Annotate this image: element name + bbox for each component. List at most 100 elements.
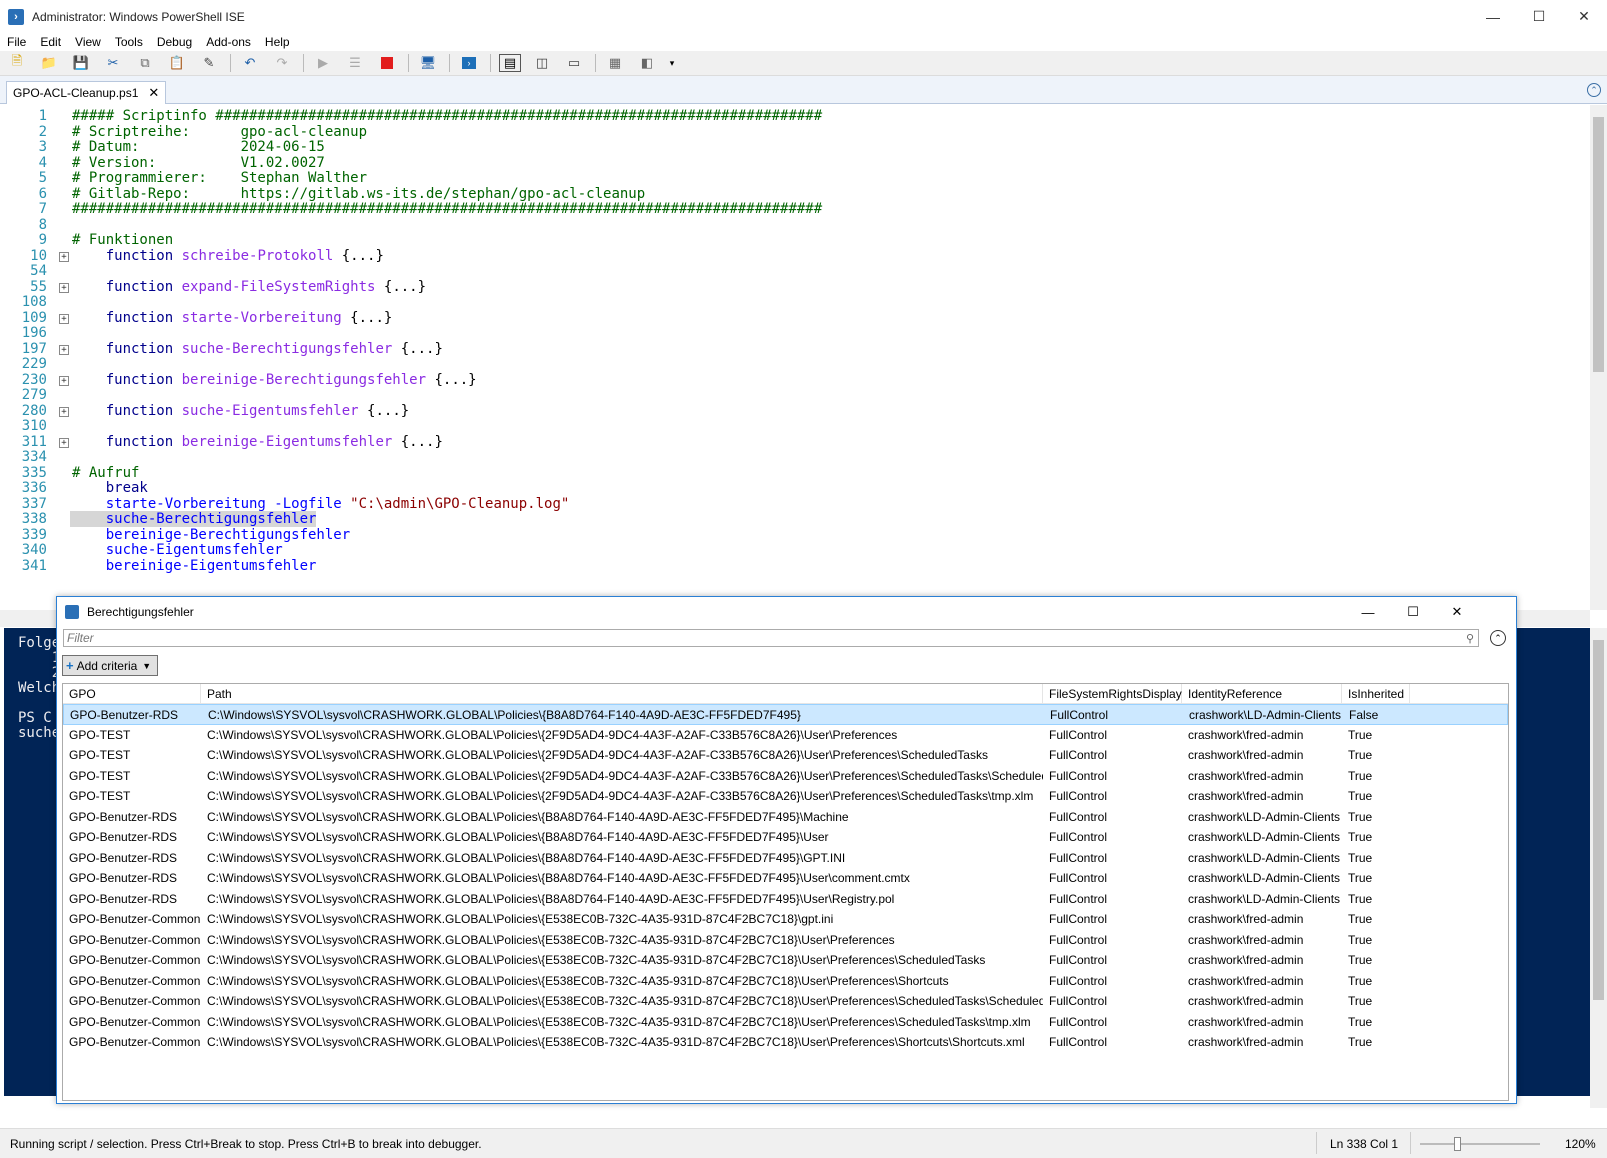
cell-rights: FullControl xyxy=(1049,850,1108,865)
table-row[interactable]: GPO-Benutzer-RDS C:\Windows\SYSVOL\sysvol… xyxy=(63,868,1508,889)
expand-fold-icon[interactable]: + xyxy=(59,282,69,293)
show-command-addon-icon[interactable]: ◧ xyxy=(636,53,658,73)
filter-input[interactable]: Filter ⚲ xyxy=(63,629,1479,647)
table-row[interactable]: GPO-Benutzer-RDS C:\Windows\SYSVOL\sysvol… xyxy=(63,704,1508,725)
close-button[interactable]: ✕ xyxy=(1561,0,1607,33)
table-row[interactable]: GPO-Benutzer-RDS C:\Windows\SYSVOL\sysvol… xyxy=(63,889,1508,910)
column-header-isinherited[interactable]: IsInherited xyxy=(1342,684,1410,704)
start-powershell-icon[interactable]: › xyxy=(458,53,480,73)
expand-fold-icon[interactable]: + xyxy=(59,251,69,262)
menu-edit[interactable]: Edit xyxy=(33,35,68,49)
scrollbar-thumb[interactable] xyxy=(1593,640,1604,1000)
cell-path: C:\Windows\SYSVOL\sysvol\CRASHWORK.GLOBA… xyxy=(207,871,910,885)
menu-addons[interactable]: Add-ons xyxy=(199,35,258,49)
grid-minimize-button[interactable]: — xyxy=(1345,597,1391,627)
show-command-window-icon[interactable]: ▦ xyxy=(604,53,626,73)
table-row[interactable]: GPO-Benutzer-RDS C:\Windows\SYSVOL\sysvol… xyxy=(63,807,1508,828)
copy-icon[interactable]: ⧉ xyxy=(134,53,156,73)
menu-help[interactable]: Help xyxy=(258,35,297,49)
cell-identity: crashwork\LD-Admin-Clients xyxy=(1188,850,1341,865)
table-row[interactable]: GPO-TEST C:\Windows\SYSVOL\sysvol\CRASHWO… xyxy=(63,766,1508,787)
line-number: 338 xyxy=(21,511,47,527)
keyword: function xyxy=(105,340,174,357)
column-header-gpo[interactable]: GPO xyxy=(63,684,201,704)
table-row[interactable]: GPO-Benutzer-Common C:\Windows\SYSVOL\sys… xyxy=(63,991,1508,1012)
new-file-icon[interactable]: 🗎 xyxy=(6,53,28,73)
expand-fold-icon[interactable]: + xyxy=(59,313,69,324)
menu-view[interactable]: View xyxy=(68,35,108,49)
add-criteria-button[interactable]: + Add criteria ▼ xyxy=(62,655,158,676)
table-row[interactable]: GPO-Benutzer-Common C:\Windows\SYSVOL\sys… xyxy=(63,909,1508,930)
grid-close-button[interactable]: ✕ xyxy=(1434,597,1480,627)
open-folder-icon[interactable]: 📁 xyxy=(38,53,60,73)
code-text: function suche-Berechtigungsfehler {...} xyxy=(72,340,443,358)
show-script-right-icon[interactable]: ◫ xyxy=(531,53,553,73)
show-script-maximized-icon[interactable]: ▭ xyxy=(563,53,585,73)
column-header-rights[interactable]: FileSystemRightsDisplay xyxy=(1043,684,1182,704)
paste-icon[interactable]: 📋 xyxy=(166,53,188,73)
editor-vertical-scrollbar[interactable] xyxy=(1590,105,1607,610)
column-header-path[interactable]: Path xyxy=(201,684,1043,704)
results-table: GPO Path FileSystemRightsDisplay Identit… xyxy=(62,683,1509,1101)
menu-file[interactable]: File xyxy=(0,35,33,49)
cell-isinherited: True xyxy=(1348,994,1373,1008)
table-row[interactable]: GPO-Benutzer-Common C:\Windows\SYSVOL\sys… xyxy=(63,971,1508,992)
table-row[interactable]: GPO-Benutzer-Common C:\Windows\SYSVOL\sys… xyxy=(63,1032,1508,1053)
table-row[interactable]: GPO-Benutzer-Common C:\Windows\SYSVOL\sys… xyxy=(63,930,1508,951)
cell-identity: crashwork\LD-Admin-Clients xyxy=(1188,891,1341,906)
console-vertical-scrollbar[interactable] xyxy=(1590,628,1607,1108)
cell-rights: FullControl xyxy=(1049,1014,1108,1029)
line-number: 55 xyxy=(30,278,47,295)
tab-gpo-acl-cleanup[interactable]: GPO-ACL-Cleanup.ps1 ✕ xyxy=(6,81,167,104)
cut-icon[interactable]: ✂ xyxy=(102,53,124,73)
stop-icon[interactable] xyxy=(376,53,398,73)
run-script-icon[interactable]: ▶ xyxy=(312,53,334,73)
command: starte-Vorbereitung -Logfile xyxy=(72,495,351,512)
expand-fold-icon[interactable]: + xyxy=(59,437,69,448)
toolbar-overflow-icon[interactable]: ▾ xyxy=(668,53,676,73)
run-selection-icon[interactable]: ☰ xyxy=(344,53,366,73)
zoom-slider[interactable] xyxy=(1420,1137,1540,1151)
table-row[interactable]: GPO-Benutzer-Common C:\Windows\SYSVOL\sys… xyxy=(63,1012,1508,1033)
clear-console-icon[interactable]: ✎ xyxy=(198,53,220,73)
menu-debug[interactable]: Debug xyxy=(150,35,199,49)
zoom-slider-thumb[interactable] xyxy=(1454,1137,1461,1151)
expand-fold-icon[interactable]: + xyxy=(59,406,69,417)
save-icon[interactable]: 💾 xyxy=(70,53,92,73)
scrollbar-thumb[interactable] xyxy=(1593,117,1604,372)
line-number: 229 xyxy=(21,356,47,372)
code-rest: {...} xyxy=(333,247,384,264)
cell-rights: FullControl xyxy=(1049,973,1108,988)
show-script-top-icon[interactable]: ▤ xyxy=(499,54,521,72)
line-number: 310 xyxy=(21,418,47,434)
cell-identity: crashwork\LD-Admin-Clients xyxy=(1188,871,1341,885)
table-row[interactable]: GPO-Benutzer-Common C:\Windows\SYSVOL\sys… xyxy=(63,950,1508,971)
menu-tools[interactable]: Tools xyxy=(108,35,150,49)
cell-gpo: GPO-Benutzer-RDS xyxy=(69,830,178,844)
table-row[interactable]: GPO-TEST C:\Windows\SYSVOL\sysvol\CRASHWO… xyxy=(63,745,1508,766)
close-tab-icon[interactable]: ✕ xyxy=(148,85,159,101)
line-number: 8 xyxy=(38,216,47,233)
code-segment: # Programmierer: Stephan Walther xyxy=(72,170,368,186)
console-line: 2 xyxy=(18,665,61,681)
cell-gpo: GPO-TEST xyxy=(69,748,131,762)
remote-powershell-icon[interactable]: 🖥 xyxy=(417,53,439,73)
undo-icon[interactable]: ↶ xyxy=(239,53,261,73)
collapse-filter-icon[interactable]: ⌃ xyxy=(1490,630,1506,646)
script-editor[interactable]: 1 ##### Scriptinfo ######################… xyxy=(0,105,1607,610)
collapse-script-pane-icon[interactable]: ⌃ xyxy=(1587,83,1601,97)
status-bar: Running script / selection. Press Ctrl+B… xyxy=(0,1128,1607,1158)
column-header-identity[interactable]: IdentityReference xyxy=(1182,684,1342,704)
minimize-button[interactable]: — xyxy=(1470,0,1516,33)
table-row[interactable]: GPO-TEST C:\Windows\SYSVOL\sysvol\CRASHWO… xyxy=(63,725,1508,746)
table-row[interactable]: GPO-Benutzer-RDS C:\Windows\SYSVOL\sysvol… xyxy=(63,848,1508,869)
expand-fold-icon[interactable]: + xyxy=(59,375,69,386)
maximize-button[interactable]: ☐ xyxy=(1516,0,1562,33)
table-row[interactable]: GPO-TEST C:\Windows\SYSVOL\sysvol\CRASHWO… xyxy=(63,786,1508,807)
table-row[interactable]: GPO-Benutzer-RDS C:\Windows\SYSVOL\sysvol… xyxy=(63,827,1508,848)
code-text: break xyxy=(72,480,148,497)
grid-maximize-button[interactable]: ☐ xyxy=(1390,597,1436,627)
expand-fold-icon[interactable]: + xyxy=(59,344,69,355)
function-name: schreibe-Protokoll xyxy=(181,247,334,264)
redo-icon[interactable]: ↷ xyxy=(271,53,293,73)
